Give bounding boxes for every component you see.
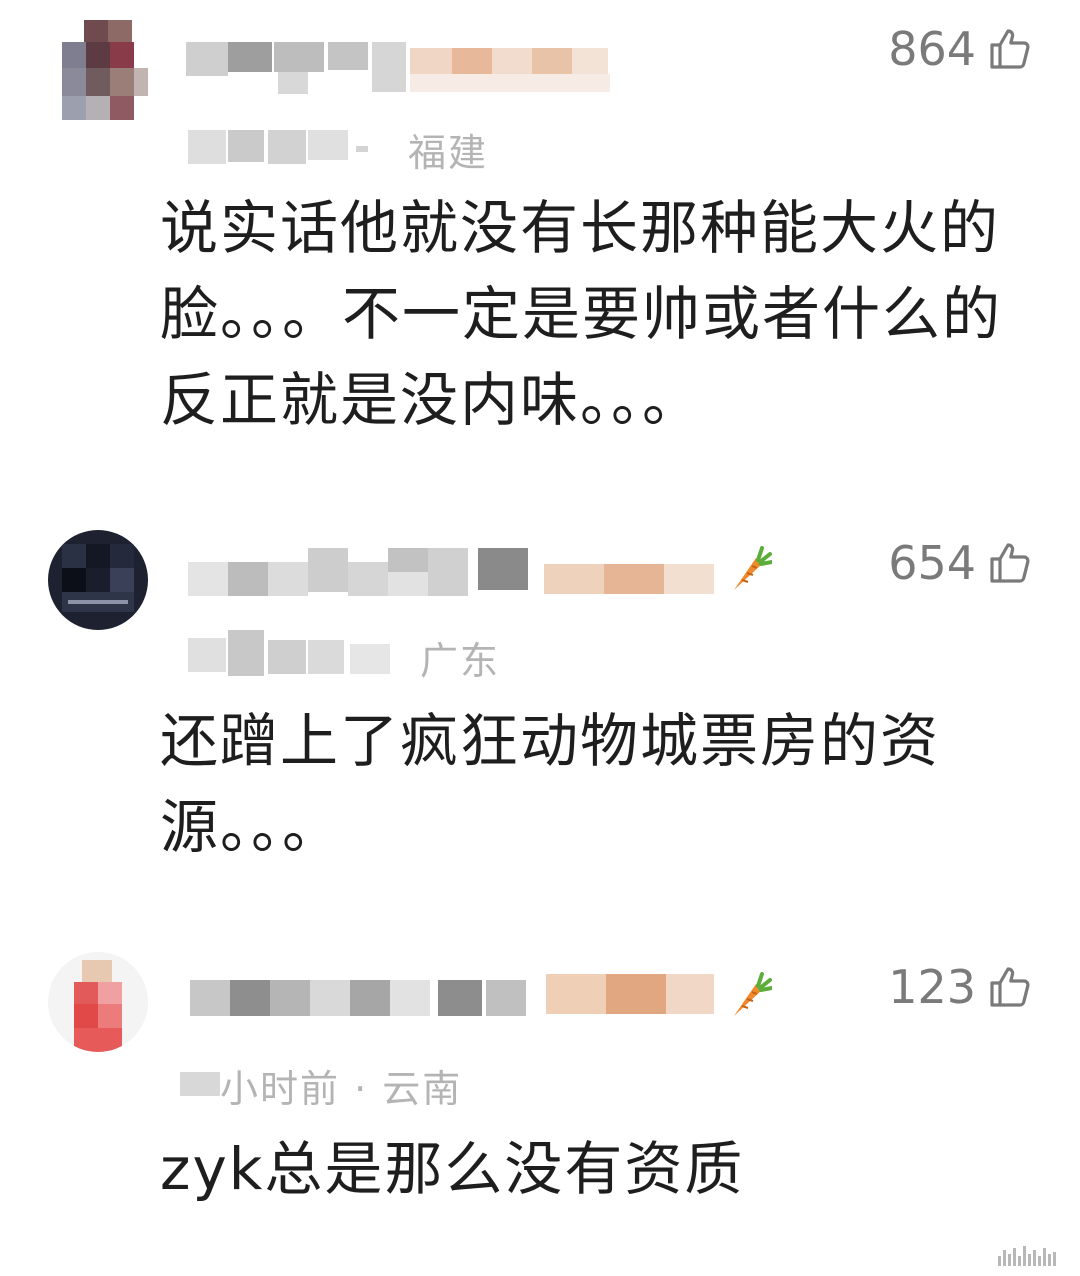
carrot-icon bbox=[734, 546, 772, 590]
like-button[interactable]: 123 bbox=[888, 960, 1034, 1014]
carrot-icon bbox=[734, 972, 772, 1016]
comment-text: 说实话他就没有长那种能大火的脸。。。不一定是要帅或者什么的 反正就是没内味。。。 bbox=[160, 194, 1003, 434]
avatar[interactable] bbox=[48, 952, 148, 1052]
location-label: 广东 bbox=[420, 639, 501, 683]
avatar[interactable] bbox=[48, 20, 148, 120]
comment-text: zyk总是那么没有资质 bbox=[160, 1135, 745, 1203]
thumbs-up-icon bbox=[990, 967, 1030, 1007]
avatar[interactable] bbox=[48, 530, 148, 630]
like-count: 123 bbox=[888, 960, 976, 1014]
like-button[interactable]: 654 bbox=[888, 536, 1034, 590]
username-blurred[interactable] bbox=[168, 38, 728, 98]
comment-text: 还蹭上了疯狂动物城票房的资源。。。 bbox=[160, 707, 941, 861]
watermark bbox=[998, 1244, 1066, 1266]
like-count: 864 bbox=[888, 22, 976, 76]
like-count: 654 bbox=[888, 536, 976, 590]
username-blurred[interactable] bbox=[168, 548, 728, 608]
location-label: 福建 bbox=[408, 131, 489, 175]
like-button[interactable]: 864 bbox=[888, 22, 1034, 76]
thumbs-up-icon bbox=[990, 29, 1030, 69]
thumbs-up-icon bbox=[990, 543, 1030, 583]
time-location-label: 小时前 · 云南 bbox=[220, 1067, 463, 1111]
username-blurred[interactable] bbox=[168, 968, 728, 1028]
